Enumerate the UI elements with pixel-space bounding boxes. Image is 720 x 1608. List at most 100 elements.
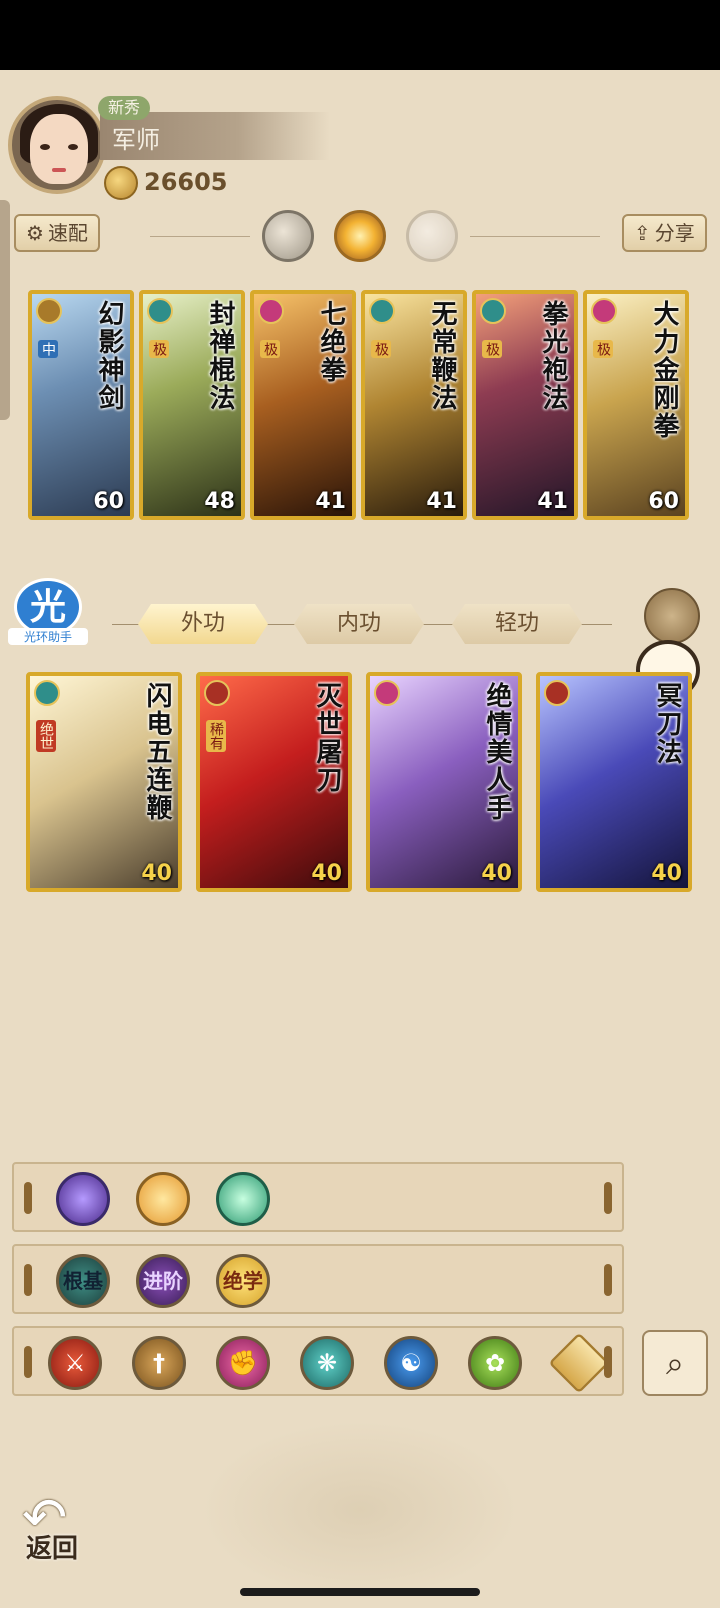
row-end-right [604,1182,612,1214]
skill-level: 60 [93,489,124,514]
herb-school-icon[interactable]: ✿ [468,1336,522,1390]
tab-external[interactable]: 外功 [138,604,268,644]
equipped-skill-card[interactable]: 极 拳光袍法 41 [472,290,578,520]
player-name: 军师 [112,126,160,154]
row-end-left [24,1182,32,1214]
avatar-face [30,114,88,184]
skill-level: 40 [311,861,342,886]
gear-icon: ⚙ [26,221,44,245]
coin-icon [104,166,138,200]
row-end-right [604,1264,612,1296]
advanced-filter-icon[interactable]: 进阶 [136,1254,190,1308]
quick-config-label: 速配 [47,221,88,245]
grade-badge: 中 [38,340,58,358]
skill-list-card[interactable]: 绝情美人手 40 [366,672,522,892]
skill-list-card[interactable]: 冥刀法 40 [536,672,692,892]
helper-label: 光环助手 [8,628,88,645]
skill-title: 封禅棍法 [205,300,235,412]
grade-badge: 绝世 [36,720,56,752]
school-icon [591,298,617,324]
status-bar [0,0,720,70]
back-label: 返回 [26,1534,79,1564]
avatar-mouth [52,168,66,172]
skill-level: 40 [141,861,172,886]
school-icon [34,680,60,706]
skill-level: 41 [315,489,346,514]
skill-level: 60 [648,489,679,514]
grade-badge: 稀有 [206,720,226,752]
ultimate-filter-icon[interactable]: 绝学 [216,1254,270,1308]
row-end-left [24,1346,32,1378]
sun-phase-icon[interactable] [334,210,386,262]
skill-list-card[interactable]: 稀有 灭世屠刀 40 [196,672,352,892]
grade-badge: 极 [593,340,613,358]
equipped-skill-card[interactable]: 极 封禅棍法 48 [139,290,245,520]
equipped-skill-card[interactable]: 中 幻影神剑 60 [28,290,134,520]
avatar-eye-right [68,144,78,150]
misc-school-icon[interactable] [548,1332,610,1394]
grade-badge: 极 [371,340,391,358]
back-button[interactable]: ↶ 返回 [18,1486,96,1564]
phase-divider-left [150,236,250,237]
skill-level: 40 [651,861,682,886]
tab-internal[interactable]: 内功 [294,604,424,644]
school-icon [204,680,230,706]
blade-school-icon[interactable]: † [132,1336,186,1390]
foundation-filter-icon[interactable]: 根基 [56,1254,110,1308]
moon-phase-icon[interactable] [262,210,314,262]
avatar-eye-left [40,144,50,150]
taiji-school-icon[interactable]: ☯ [384,1336,438,1390]
fist-school-icon[interactable]: ✊ [216,1336,270,1390]
phase-divider-right [470,236,600,237]
skill-title: 冥刀法 [652,682,682,766]
row-end-right [604,1346,612,1378]
equipped-skill-card[interactable]: 极 七绝拳 41 [250,290,356,520]
skill-title: 绝情美人手 [482,682,512,822]
book-icon[interactable] [644,588,700,644]
skill-title: 灭世屠刀 [312,682,342,794]
skill-list-card[interactable]: 绝世 闪电五连鞭 40 [26,672,182,892]
coin-count: 26605 [144,168,228,196]
school-icon [374,680,400,706]
filter-row-school: ⚔ † ✊ ❋ ☯ ✿ [12,1326,624,1396]
halo-helper[interactable]: 光 光环助手 [8,578,88,650]
grade-badge: 极 [149,340,169,358]
skill-level: 41 [537,489,568,514]
search-icon[interactable]: ⌕ [642,1330,708,1396]
background-ornament [200,1420,520,1600]
grade-badge: 极 [260,340,280,358]
share-label: 分享 [654,221,695,245]
filter-row-time [12,1162,624,1232]
dawn-phase-icon[interactable] [406,210,458,262]
rank-tag: 新秀 [98,96,151,120]
school-icon [147,298,173,324]
grade-badge: 极 [482,340,502,358]
share-button[interactable]: ⇪ 分享 [622,214,707,252]
equipped-skill-card[interactable]: 极 无常鞭法 41 [361,290,467,520]
skill-level: 40 [481,861,512,886]
skill-title: 大力金刚拳 [649,300,679,440]
share-icon: ⇪ [634,221,651,245]
filter-row-tier: 根基 进阶 绝学 [12,1244,624,1314]
moon-filter-icon[interactable] [56,1172,110,1226]
skill-title: 闪电五连鞭 [142,682,172,822]
school-icon [369,298,395,324]
skill-level: 41 [426,489,457,514]
equipped-skill-card[interactable]: 极 大力金刚拳 60 [583,290,689,520]
home-indicator[interactable] [240,1588,480,1596]
skill-level: 48 [204,489,235,514]
quick-config-button[interactable]: ⚙ 速配 [14,214,100,252]
side-drawer-handle[interactable] [0,200,10,420]
school-icon [36,298,62,324]
school-icon [480,298,506,324]
player-avatar[interactable] [8,96,106,194]
dawn-filter-icon[interactable] [216,1172,270,1226]
row-end-left [24,1264,32,1296]
sun-filter-icon[interactable] [136,1172,190,1226]
skill-title: 幻影神剑 [94,300,124,412]
school-icon [544,680,570,706]
fan-school-icon[interactable]: ❋ [300,1336,354,1390]
school-icon [258,298,284,324]
sword-school-icon[interactable]: ⚔ [48,1336,102,1390]
tab-lightness[interactable]: 轻功 [452,604,582,644]
